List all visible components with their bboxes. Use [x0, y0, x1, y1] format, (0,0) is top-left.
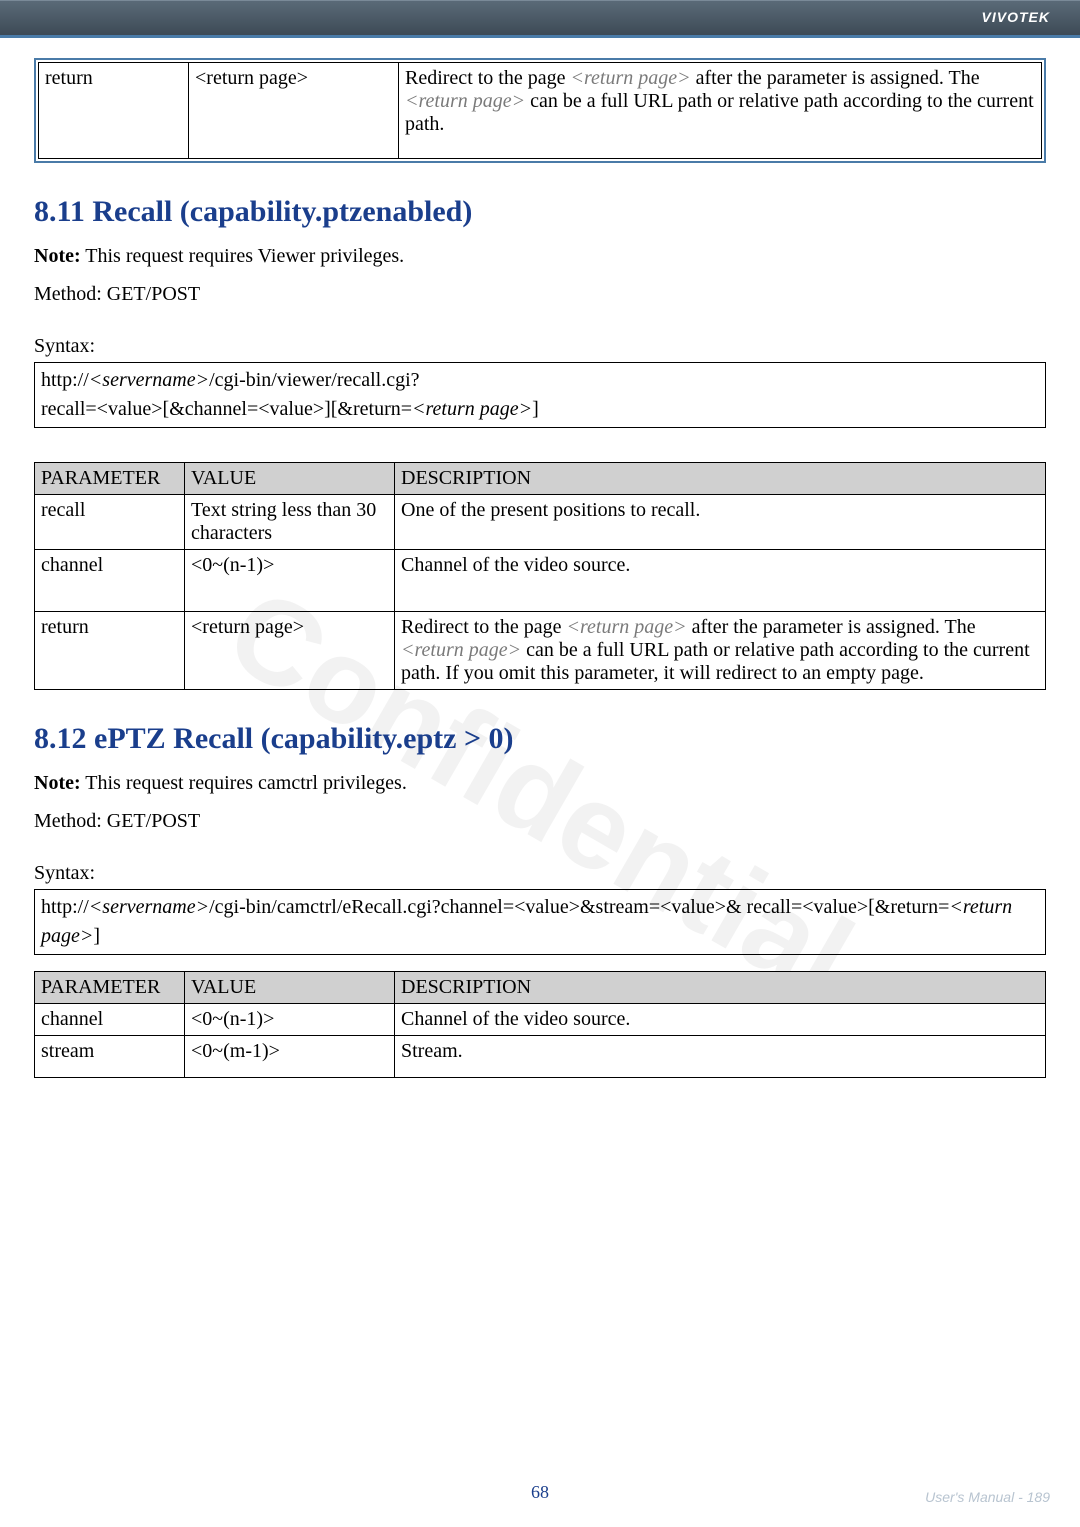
note-label: Note: [34, 245, 81, 267]
table-header-row: PARAMETER VALUE DESCRIPTION [35, 463, 1046, 495]
section-heading-811: 8.11 Recall (capability.ptzenabled) [34, 195, 1046, 229]
syntax-box-811: http://<servername>/cgi-bin/viewer/recal… [34, 362, 1046, 428]
cell-desc: Channel of the video source. [395, 550, 1046, 612]
th-parameter: PARAMETER [35, 463, 185, 495]
th-value: VALUE [185, 972, 395, 1004]
cell-param: channel [35, 1004, 185, 1036]
desc-returnpage: <return page> [571, 67, 691, 89]
cell-desc: Redirect to the page <return page> after… [395, 612, 1046, 690]
table-row: return <return page> Redirect to the pag… [39, 63, 1042, 159]
th-description: DESCRIPTION [395, 972, 1046, 1004]
table-header-row: PARAMETER VALUE DESCRIPTION [35, 972, 1046, 1004]
desc-text: Redirect to the page [401, 616, 567, 638]
cell-param: return [39, 63, 189, 159]
table-row: channel <0~(n-1)> Channel of the video s… [35, 1004, 1046, 1036]
cell-desc: Redirect to the page <return page> after… [399, 63, 1042, 159]
syntax-text: http:// [41, 369, 89, 391]
th-description: DESCRIPTION [395, 463, 1046, 495]
note-label: Note: [34, 772, 81, 794]
th-value: VALUE [185, 463, 395, 495]
syntax-box-812: http://<servername>/cgi-bin/camctrl/eRec… [34, 889, 1046, 955]
syntax-label: Syntax: [34, 862, 1046, 885]
note-text: This request requires Viewer privileges. [81, 245, 405, 267]
cell-desc: Channel of the video source. [395, 1004, 1046, 1036]
table-row: return <return page> Redirect to the pag… [35, 612, 1046, 690]
syntax-returnpage: <return page> [412, 398, 532, 420]
cell-param: channel [35, 550, 185, 612]
note-line: Note: This request requires camctrl priv… [34, 768, 1046, 798]
desc-returnpage: <return page> [567, 616, 687, 638]
desc-text: Redirect to the page [405, 67, 571, 89]
section-heading-812: 8.12 ePTZ Recall (capability.eptz > 0) [34, 722, 1046, 756]
syntax-text: ] [93, 925, 100, 947]
syntax-label: Syntax: [34, 335, 1046, 358]
brand-logo: VIVOTEK [982, 9, 1050, 25]
cell-value: <return page> [185, 612, 395, 690]
desc-text: after the parameter is assigned. The [687, 616, 976, 638]
method-line: Method: GET/POST [34, 806, 1046, 836]
syntax-server: <servername> [89, 896, 209, 918]
desc-returnpage: <return page> [401, 639, 521, 661]
syntax-text: ] [532, 398, 539, 420]
syntax-text: /cgi-bin/viewer/recall.cgi? [209, 369, 419, 391]
cell-value: <return page> [189, 63, 399, 159]
footer-manual: User's Manual - 189 [925, 1489, 1050, 1505]
method-line: Method: GET/POST [34, 279, 1046, 309]
table-row: stream <0~(m-1)> Stream. [35, 1036, 1046, 1078]
note-text: This request requires camctrl privileges… [81, 772, 407, 794]
th-parameter: PARAMETER [35, 972, 185, 1004]
syntax-text: http:// [41, 896, 89, 918]
top-table-wrap: return <return page> Redirect to the pag… [34, 58, 1046, 163]
desc-text: after the parameter is assigned. The [691, 67, 980, 89]
cell-value: <0~(n-1)> [185, 1004, 395, 1036]
cell-desc: Stream. [395, 1036, 1046, 1078]
table-row: channel <0~(n-1)> Channel of the video s… [35, 550, 1046, 612]
header-bar: VIVOTEK [0, 0, 1080, 35]
cell-desc: One of the present positions to recall. [395, 495, 1046, 550]
param-table-812: PARAMETER VALUE DESCRIPTION channel <0~(… [34, 971, 1046, 1078]
syntax-server: <servername> [89, 369, 209, 391]
table-row: recall Text string less than 30 characte… [35, 495, 1046, 550]
syntax-text: recall=<value>[&channel=<value>][&return… [41, 398, 412, 420]
cell-value: <0~(m-1)> [185, 1036, 395, 1078]
syntax-text: /cgi-bin/camctrl/eRecall.cgi?channel=<va… [209, 896, 949, 918]
cell-param: return [35, 612, 185, 690]
cell-value: Text string less than 30 characters [185, 495, 395, 550]
param-table-811: PARAMETER VALUE DESCRIPTION recall Text … [34, 462, 1046, 690]
cell-value: <0~(n-1)> [185, 550, 395, 612]
top-param-table: return <return page> Redirect to the pag… [38, 62, 1042, 159]
page-number: 68 [0, 1482, 1080, 1503]
note-line: Note: This request requires Viewer privi… [34, 241, 1046, 271]
desc-returnpage: <return page> [405, 90, 525, 112]
cell-param: stream [35, 1036, 185, 1078]
cell-param: recall [35, 495, 185, 550]
